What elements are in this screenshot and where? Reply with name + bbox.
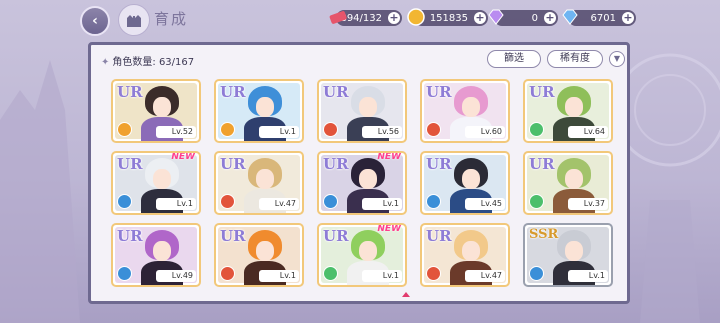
character-card[interactable]: UR Lv.56	[317, 79, 407, 143]
attribute-icon	[220, 122, 235, 137]
page-title: 育成	[154, 10, 189, 28]
character-panel: ✦ 角色数量: 63/167 篩选 稀有度 ▼ UR Lv.52 UR Lv.1 UR Lv…	[88, 42, 630, 304]
level-label: Lv.64	[568, 126, 608, 138]
attribute-icon	[426, 266, 441, 281]
attribute-icon	[426, 194, 441, 209]
attribute-icon	[323, 122, 338, 137]
rarity-badge: UR	[220, 83, 246, 101]
attribute-icon	[117, 266, 132, 281]
top-bar: ‹ 育成 894/132 + 151835 + 0 + 6701 +	[0, 0, 720, 36]
new-badge: NEW	[171, 152, 195, 162]
sort-order-button[interactable]: ▼	[609, 51, 625, 67]
gold-coin-icon	[407, 8, 425, 26]
rarity-badge: UR	[529, 155, 555, 173]
character-card[interactable]: UR Lv.1 NEW	[317, 151, 407, 215]
rarity-badge: UR	[426, 227, 452, 245]
character-card[interactable]: UR Lv.1 NEW	[317, 223, 407, 287]
sparkle-icon: ✦	[101, 57, 110, 68]
rarity-badge: UR	[323, 155, 349, 173]
attribute-icon	[220, 194, 235, 209]
filter-button[interactable]: 篩选	[487, 50, 541, 68]
home-button[interactable]	[118, 4, 150, 36]
new-badge: NEW	[377, 224, 401, 234]
rarity-badge: UR	[220, 155, 246, 173]
level-label: Lv.1	[259, 270, 299, 282]
resource-blue-diamond: 6701 +	[562, 9, 636, 26]
rarity-badge: SSR	[529, 227, 559, 242]
rarity-badge: UR	[117, 83, 143, 101]
attribute-icon	[529, 194, 544, 209]
character-card[interactable]: UR Lv.47	[214, 151, 304, 215]
character-card[interactable]: UR Lv.37	[523, 151, 613, 215]
stamina-icon	[329, 11, 347, 24]
level-label: Lv.1	[156, 198, 196, 210]
level-label: Lv.47	[259, 198, 299, 210]
attribute-icon	[323, 194, 338, 209]
level-label: Lv.52	[156, 126, 196, 138]
character-card[interactable]: UR Lv.1 NEW	[111, 151, 201, 215]
attribute-icon	[529, 122, 544, 137]
purple-diamond-icon	[488, 9, 504, 25]
attribute-icon	[220, 266, 235, 281]
level-label: Lv.1	[568, 270, 608, 282]
add-stamina-button[interactable]: +	[388, 12, 400, 24]
character-card[interactable]: UR Lv.60	[420, 79, 510, 143]
character-count: ✦ 角色数量: 63/167	[101, 57, 195, 68]
character-card[interactable]: UR Lv.49	[111, 223, 201, 287]
attribute-icon	[426, 122, 441, 137]
attribute-icon	[117, 194, 132, 209]
attribute-icon	[323, 266, 338, 281]
character-card[interactable]: SSR Lv.1	[523, 223, 613, 287]
rarity-badge: UR	[323, 83, 349, 101]
character-card[interactable]: UR Lv.52	[111, 79, 201, 143]
back-button[interactable]: ‹	[80, 6, 110, 36]
scroll-indicator-icon	[402, 292, 410, 297]
add-blue-diamond-button[interactable]: +	[622, 12, 634, 24]
level-label: Lv.1	[362, 198, 402, 210]
resource-gold: 151835 +	[407, 8, 488, 26]
new-badge: NEW	[377, 152, 401, 162]
rarity-badge: UR	[529, 83, 555, 101]
add-purple-diamond-button[interactable]: +	[544, 12, 556, 24]
chevron-down-icon: ▼	[613, 54, 621, 63]
level-label: Lv.1	[259, 126, 299, 138]
level-label: Lv.1	[362, 270, 402, 282]
attribute-icon	[529, 266, 544, 281]
level-label: Lv.60	[465, 126, 505, 138]
rarity-badge: UR	[426, 83, 452, 101]
resource-stamina: 894/132 +	[329, 10, 402, 26]
blue-diamond-icon	[562, 9, 578, 25]
rarity-badge: UR	[323, 227, 349, 245]
level-label: Lv.45	[465, 198, 505, 210]
attribute-icon	[117, 122, 132, 137]
castle-icon	[127, 15, 141, 27]
character-card[interactable]: UR Lv.1	[214, 79, 304, 143]
add-gold-button[interactable]: +	[474, 12, 486, 24]
level-label: Lv.49	[156, 270, 196, 282]
rarity-badge: UR	[117, 155, 143, 173]
character-card[interactable]: UR Lv.1	[214, 223, 304, 287]
character-card[interactable]: UR Lv.47	[420, 223, 510, 287]
rarity-badge: UR	[117, 227, 143, 245]
level-label: Lv.37	[568, 198, 608, 210]
rarity-badge: UR	[220, 227, 246, 245]
character-card[interactable]: UR Lv.64	[523, 79, 613, 143]
resource-purple-diamond: 0 +	[488, 9, 558, 26]
character-card[interactable]: UR Lv.45	[420, 151, 510, 215]
rarity-badge: UR	[426, 155, 452, 173]
level-label: Lv.56	[362, 126, 402, 138]
level-label: Lv.47	[465, 270, 505, 282]
chevron-left-icon: ‹	[92, 13, 98, 29]
rarity-sort-button[interactable]: 稀有度	[547, 50, 603, 68]
